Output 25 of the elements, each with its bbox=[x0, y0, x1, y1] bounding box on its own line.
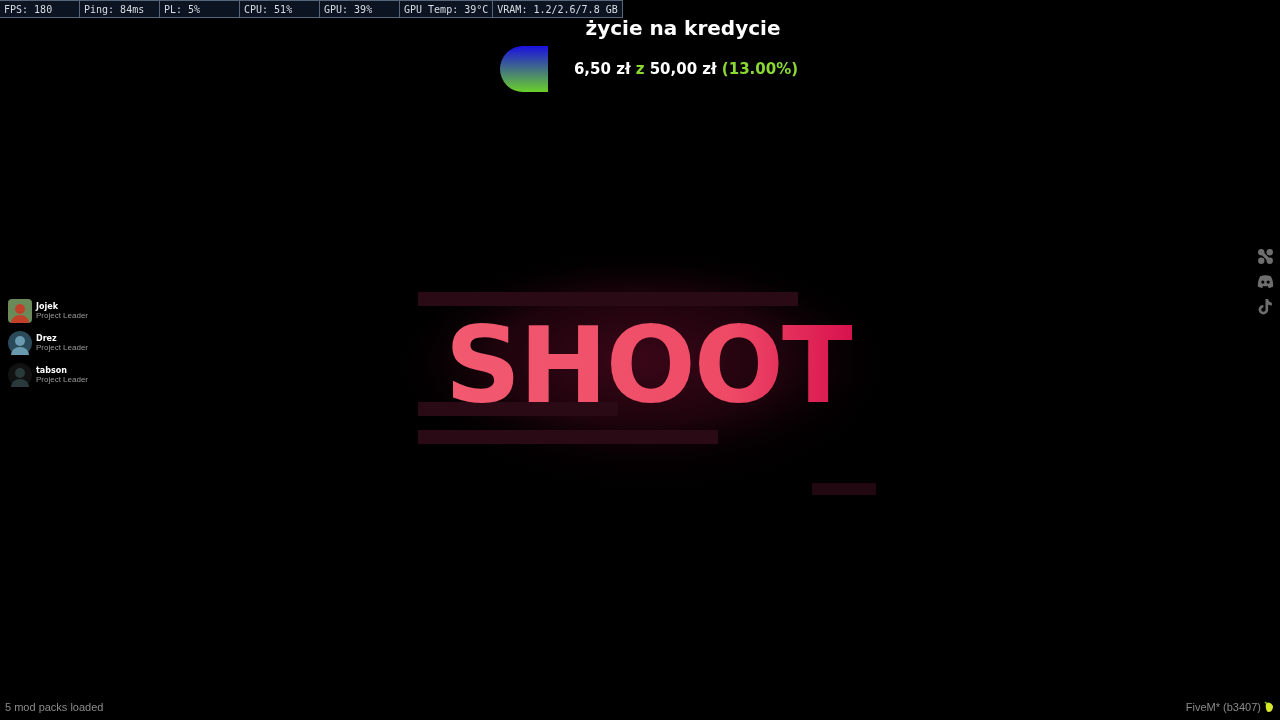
version-text: FiveM* (b3407) bbox=[1185, 701, 1261, 713]
goal-amount: 6,50 zł z 50,00 zł (13.00%) bbox=[573, 60, 799, 78]
stat-cell: GPU Temp: 39°C bbox=[400, 0, 494, 18]
network-icon[interactable] bbox=[1257, 248, 1274, 265]
stat-cell: VRAM: 1.2/2.6/7.8 GB bbox=[493, 0, 623, 18]
member-role: Project Leader bbox=[36, 375, 89, 384]
goal-icon bbox=[499, 46, 548, 92]
tiktok-icon[interactable] bbox=[1257, 298, 1274, 315]
member-name: Jojek bbox=[36, 302, 59, 311]
status-text: 5 mod packs loaded bbox=[5, 701, 104, 713]
stat-cell: CPU: 51% bbox=[240, 0, 320, 18]
lemon-icon bbox=[1264, 701, 1274, 713]
avatar-icon bbox=[8, 299, 32, 323]
stat-cell: PL: 5% bbox=[160, 0, 240, 18]
stat-cell: GPU: 39% bbox=[320, 0, 400, 18]
avatar-icon bbox=[8, 331, 32, 355]
stat-cell: Ping: 84ms bbox=[80, 0, 160, 18]
member-role: Project Leader bbox=[36, 343, 89, 352]
member-role: Project Leader bbox=[36, 311, 89, 320]
member-name: tabson bbox=[36, 366, 68, 375]
goal-title: życie na kredycie bbox=[585, 16, 781, 40]
stat-cell: FPS: 180 bbox=[0, 0, 80, 18]
avatar-icon bbox=[8, 363, 32, 387]
member-name: Drez bbox=[36, 334, 58, 343]
discord-icon[interactable] bbox=[1257, 273, 1274, 290]
